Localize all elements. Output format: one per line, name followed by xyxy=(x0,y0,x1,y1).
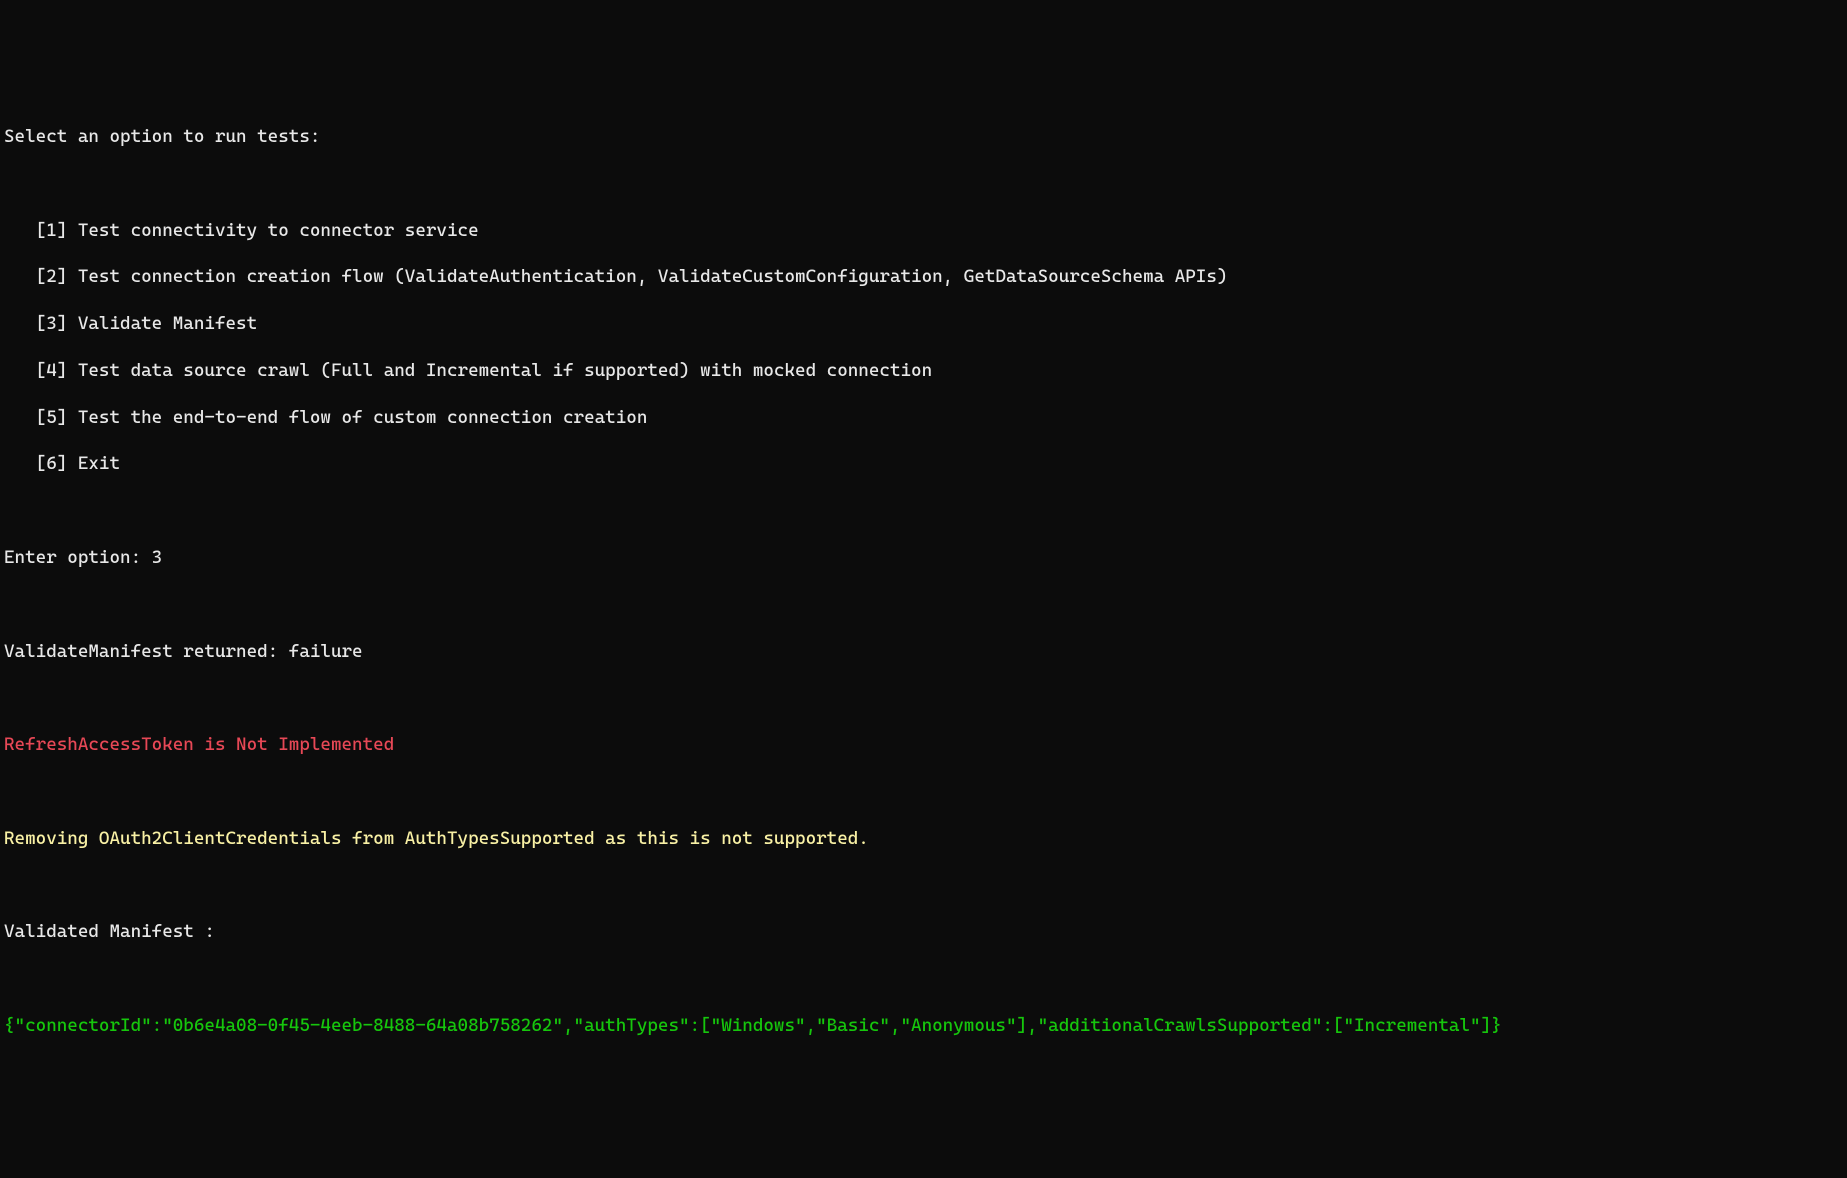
blank-line xyxy=(4,780,1843,803)
validate-result: ValidateManifest returned: failure xyxy=(4,640,1843,663)
menu-header: Select an option to run tests: xyxy=(4,125,1843,148)
blank-line xyxy=(4,686,1843,709)
menu-option-1: [1] Test connectivity to connector servi… xyxy=(4,219,1843,242)
error-message: RefreshAccessToken is Not Implemented xyxy=(4,733,1843,756)
menu-option-6: [6] Exit xyxy=(4,452,1843,475)
blank-line xyxy=(4,873,1843,896)
blank-line xyxy=(4,172,1843,195)
blank-line xyxy=(4,593,1843,616)
menu-option-4: [4] Test data source crawl (Full and Inc… xyxy=(4,359,1843,382)
warning-message: Removing OAuth2ClientCredentials from Au… xyxy=(4,827,1843,850)
blank-line xyxy=(4,499,1843,522)
menu-option-3: [3] Validate Manifest xyxy=(4,312,1843,335)
manifest-json-output: {"connectorId":"0b6e4a08-0f45-4eeb-8488-… xyxy=(4,1014,1843,1037)
terminal-output[interactable]: Select an option to run tests: [1] Test … xyxy=(4,102,1843,1061)
menu-option-5: [5] Test the end-to-end flow of custom c… xyxy=(4,406,1843,429)
menu-option-2: [2] Test connection creation flow (Valid… xyxy=(4,265,1843,288)
input-prompt: Enter option: 3 xyxy=(4,546,1843,569)
validated-header: Validated Manifest : xyxy=(4,920,1843,943)
blank-line xyxy=(4,967,1843,990)
